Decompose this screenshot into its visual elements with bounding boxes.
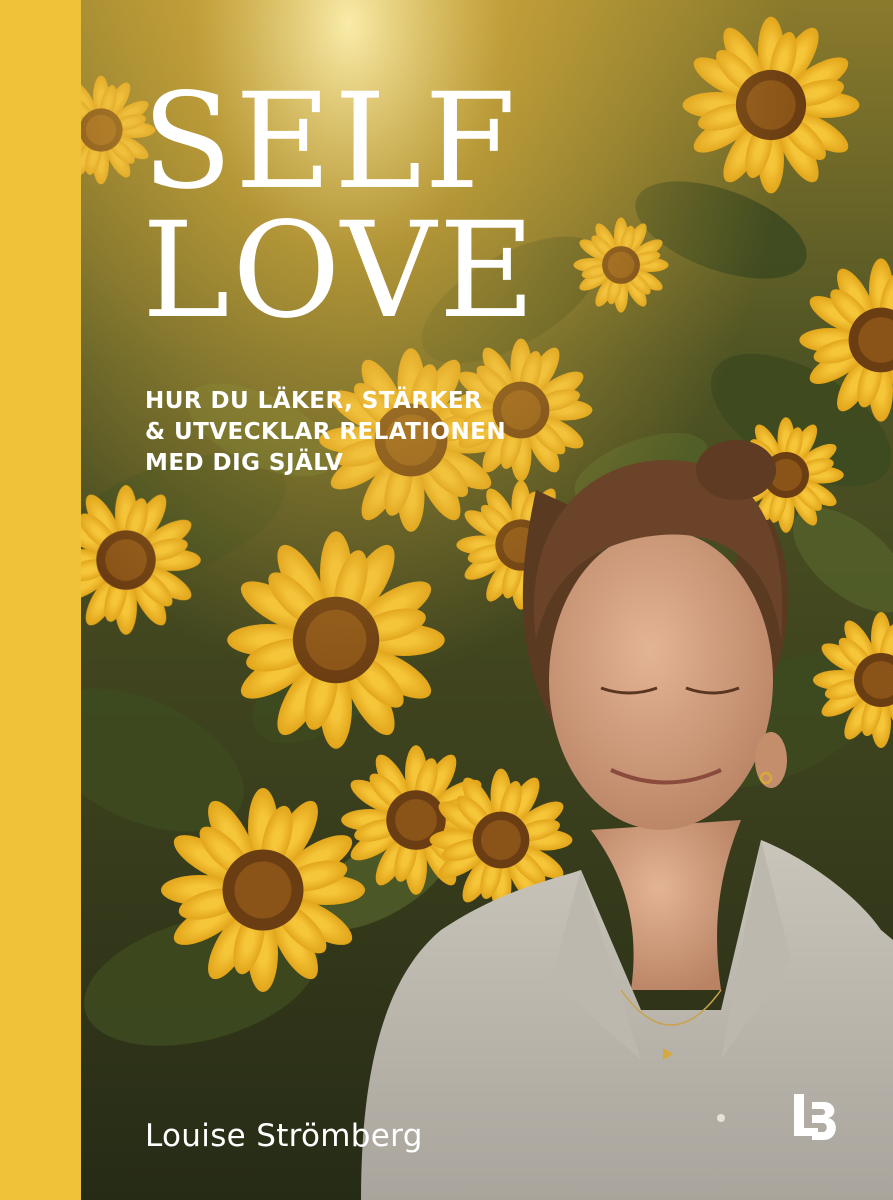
- author-name: Louise Strömberg: [145, 1118, 423, 1154]
- subtitle-line: & UTVECKLAR RELATIONEN: [145, 419, 507, 445]
- book-cover: SELF LOVE HUR DU LÄKER, STÄRKER & UTVECK…: [0, 0, 893, 1200]
- title-line-self: SELF: [142, 65, 519, 219]
- publisher-logo-icon: [794, 1094, 836, 1140]
- book-subtitle: HUR DU LÄKER, STÄRKER & UTVECKLAR RELATI…: [145, 386, 506, 479]
- yellow-spine-band: [0, 0, 81, 1200]
- subtitle-line: MED DIG SJÄLV: [145, 450, 344, 476]
- title-line-love: LOVE: [142, 194, 538, 349]
- book-title: SELF LOVE: [142, 65, 538, 349]
- subtitle-line: HUR DU LÄKER, STÄRKER: [145, 388, 483, 414]
